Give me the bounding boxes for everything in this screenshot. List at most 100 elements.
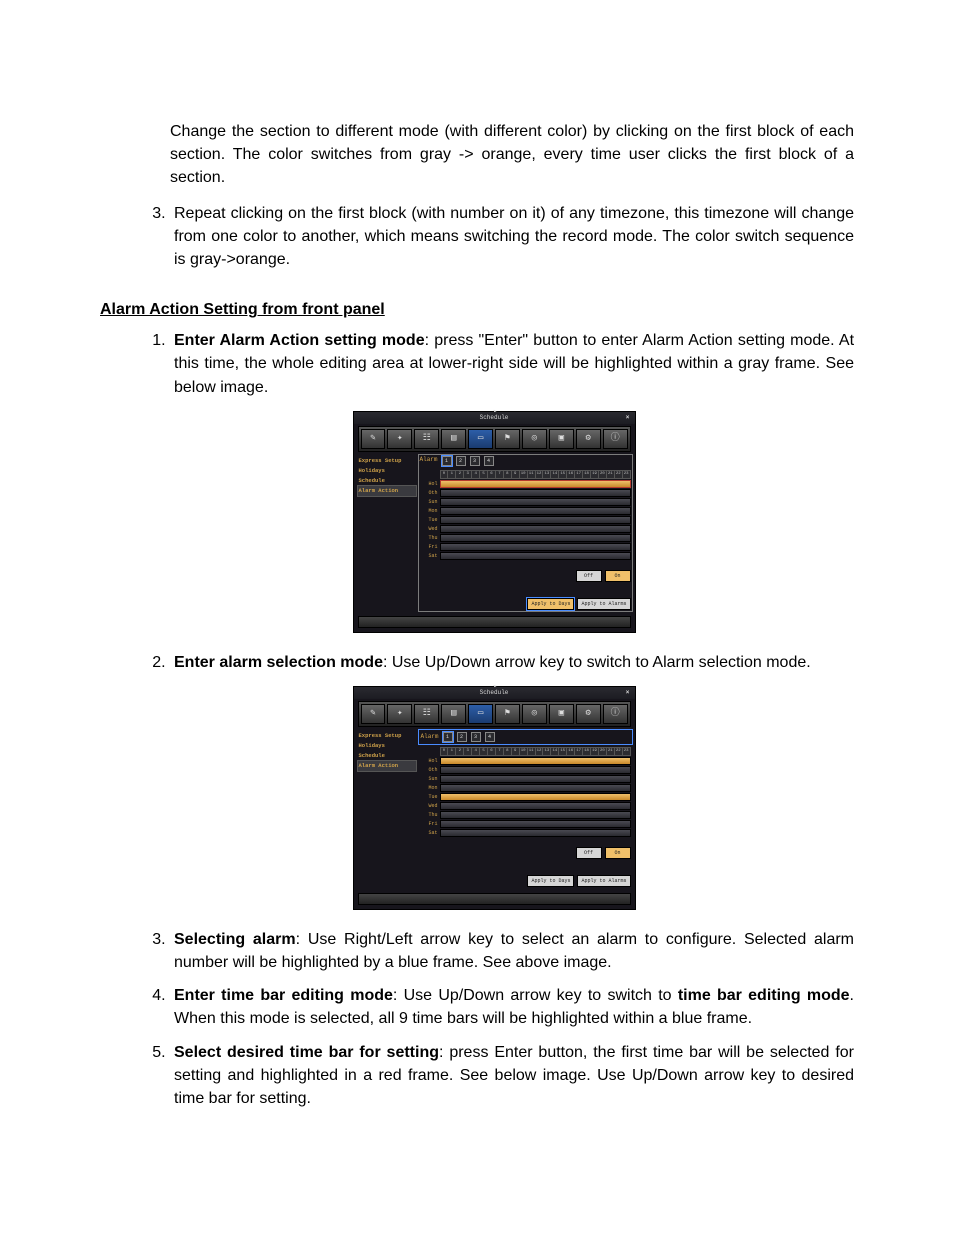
toolbar-icon-8[interactable]: ▣: [549, 704, 574, 724]
close-icon[interactable]: ×: [623, 413, 633, 423]
toolbar-icon-9[interactable]: ⚙: [576, 704, 601, 724]
editing-area: Alarm 1 2 3 4 01234567891011121314151617…: [420, 456, 631, 610]
window-titlebar: Schedule ×: [354, 687, 635, 699]
window-title: Schedule: [480, 689, 509, 696]
sidebar-item-schedule[interactable]: Schedule: [358, 751, 416, 761]
time-bar-mon[interactable]: [440, 507, 631, 515]
time-bar-wed[interactable]: [440, 525, 631, 533]
toolbar-icon-5[interactable]: ▭: [468, 429, 493, 449]
off-button[interactable]: Off: [576, 847, 602, 859]
sidebar-item-schedule[interactable]: Schedule: [358, 476, 416, 486]
toolbar-icon-4[interactable]: ▤: [441, 704, 466, 724]
apply-to-alarms-button[interactable]: Apply to Alarms: [577, 875, 630, 887]
alarm-number-1[interactable]: 1: [443, 732, 453, 742]
apply-to-alarms-button[interactable]: Apply to Alarms: [577, 598, 630, 610]
day-label-sun: Sun: [420, 499, 440, 506]
toolbar-icon-3[interactable]: ☷: [414, 429, 439, 449]
step-4-title: Enter time bar editing mode: [174, 987, 393, 1004]
off-button[interactable]: Off: [576, 570, 602, 582]
apply-to-days-button[interactable]: Apply to Days: [527, 598, 574, 610]
on-button[interactable]: On: [605, 570, 631, 582]
toolbar-icon-1[interactable]: ✎: [361, 429, 386, 449]
time-bar-sat[interactable]: [440, 829, 631, 837]
status-bar: [358, 616, 631, 628]
alarm-number-4[interactable]: 4: [484, 456, 494, 466]
day-label-hol: Hol: [420, 481, 440, 488]
toolbar-icon-6[interactable]: ⚑: [495, 429, 520, 449]
step-3-title: Selecting alarm: [174, 931, 296, 948]
time-bar-wed[interactable]: [440, 802, 631, 810]
toolbar-icon-9[interactable]: ⚙: [576, 429, 601, 449]
time-bar-hol[interactable]: [440, 480, 631, 488]
time-bar-sun[interactable]: [440, 498, 631, 506]
schedule-window-1: ➤ Schedule × ✎ ✦ ☷ ▤ ▭ ⚑ ◎ ▣ ⚙: [353, 411, 636, 633]
sidebar: Express Setup Holidays Schedule Alarm Ac…: [358, 731, 416, 887]
day-label-wed: Wed: [420, 526, 440, 533]
day-label-mon: Mon: [420, 785, 440, 792]
toolbar-icon-8[interactable]: ▣: [549, 429, 574, 449]
time-bar-thu[interactable]: [440, 811, 631, 819]
step-4: Enter time bar editing mode: Use Up/Down…: [170, 984, 854, 1030]
sidebar-item-holidays[interactable]: Holidays: [358, 741, 416, 751]
apply-to-days-button[interactable]: Apply to Days: [527, 875, 574, 887]
time-bar-oth[interactable]: [440, 766, 631, 774]
toolbar-icon-10[interactable]: ⓘ: [603, 429, 628, 449]
toolbar-icon-10[interactable]: ⓘ: [603, 704, 628, 724]
intro-paragraph-1: Change the section to different mode (wi…: [170, 120, 854, 190]
step-4-text-a: : Use Up/Down arrow key to switch to: [393, 987, 678, 1004]
alarm-selector-row: Alarm 1 2 3 4: [420, 456, 631, 466]
time-bar-thu[interactable]: [440, 534, 631, 542]
sidebar-item-holidays[interactable]: Holidays: [358, 466, 416, 476]
day-label-oth: Oth: [420, 490, 440, 497]
toolbar-icon-5[interactable]: ▭: [468, 704, 493, 724]
toolbar-icon-2[interactable]: ✦: [387, 429, 412, 449]
section-heading: Alarm Action Setting from front panel: [100, 301, 854, 319]
intro-step-3: Repeat clicking on the first block (with…: [170, 202, 854, 272]
alarm-number-2[interactable]: 2: [457, 732, 467, 742]
time-bar-fri[interactable]: [440, 820, 631, 828]
step-4-title-2: time bar editing mode: [678, 987, 850, 1004]
window-title: Schedule: [480, 414, 509, 421]
time-bar-mon[interactable]: [440, 784, 631, 792]
alarm-label: Alarm: [420, 456, 438, 465]
day-label-oth: Oth: [420, 767, 440, 774]
day-label-tue: Tue: [420, 517, 440, 524]
alarm-number-1[interactable]: 1: [442, 456, 452, 466]
schedule-window-2: ➤ Schedule × ✎ ✦ ☷ ▤ ▭ ⚑ ◎ ▣ ⚙: [353, 686, 636, 910]
hours-scale: 01234567891011121314151617181920212223: [440, 470, 631, 479]
toolbar-icon-6[interactable]: ⚑: [495, 704, 520, 724]
time-bar-tue[interactable]: [440, 516, 631, 524]
alarm-number-4[interactable]: 4: [485, 732, 495, 742]
hours-scale: 01234567891011121314151617181920212223: [440, 747, 631, 756]
day-label-sat: Sat: [420, 553, 440, 560]
alarm-number-3[interactable]: 3: [470, 456, 480, 466]
sidebar-item-alarm-action[interactable]: Alarm Action: [358, 761, 416, 771]
sidebar-item-alarm-action[interactable]: Alarm Action: [358, 486, 416, 496]
close-icon[interactable]: ×: [623, 688, 633, 698]
toolbar-icon-7[interactable]: ◎: [522, 429, 547, 449]
step-5: Select desired time bar for setting: pre…: [170, 1041, 854, 1111]
sidebar-item-express[interactable]: Express Setup: [358, 456, 416, 466]
time-bar-sun[interactable]: [440, 775, 631, 783]
toolbar-icon-7[interactable]: ◎: [522, 704, 547, 724]
toolbar-icon-4[interactable]: ▤: [441, 429, 466, 449]
time-bar-sat[interactable]: [440, 552, 631, 560]
time-bar-hol[interactable]: [440, 757, 631, 765]
toolbar-icon-1[interactable]: ✎: [361, 704, 386, 724]
toolbar-icon-2[interactable]: ✦: [387, 704, 412, 724]
time-bar-oth[interactable]: [440, 489, 631, 497]
window-toolbar: ✎ ✦ ☷ ▤ ▭ ⚑ ◎ ▣ ⚙ ⓘ: [358, 426, 631, 452]
step-1: Enter Alarm Action setting mode: press "…: [170, 329, 854, 633]
step-3: Selecting alarm: Use Right/Left arrow ke…: [170, 928, 854, 974]
status-bar: [358, 893, 631, 905]
day-label-fri: Fri: [420, 821, 440, 828]
toolbar-icon-3[interactable]: ☷: [414, 704, 439, 724]
alarm-number-3[interactable]: 3: [471, 732, 481, 742]
alarm-number-2[interactable]: 2: [456, 456, 466, 466]
step-2: Enter alarm selection mode: Use Up/Down …: [170, 651, 854, 910]
day-label-hol: Hol: [420, 758, 440, 765]
time-bar-tue[interactable]: [440, 793, 631, 801]
sidebar-item-express[interactable]: Express Setup: [358, 731, 416, 741]
time-bar-fri[interactable]: [440, 543, 631, 551]
on-button[interactable]: On: [605, 847, 631, 859]
